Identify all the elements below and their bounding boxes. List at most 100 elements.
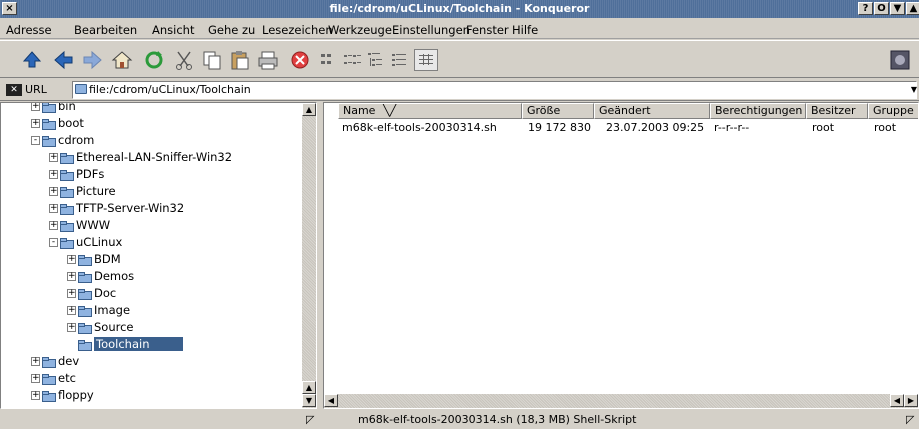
expand-icon[interactable]: + [31,103,40,111]
detailed-list-view-icon[interactable] [414,49,438,71]
tree-item-label: bin [58,102,76,113]
column-header-size[interactable]: Größe [522,103,594,119]
copy-icon[interactable] [200,49,224,71]
menu-werkzeuge[interactable]: Werkzeuge [328,23,392,37]
tree-item[interactable]: + BDM [67,251,121,268]
tree-item[interactable]: + bin [31,102,76,115]
menu-bearbeiten[interactable]: Bearbeiten [74,23,137,37]
tree-item[interactable]: + Picture [49,183,116,200]
filelist-horizontal-scrollbar[interactable]: ◀ ◀ ▶ [324,394,918,408]
cdrom-folder-icon [42,118,56,130]
stop-icon[interactable] [288,49,312,71]
url-input[interactable]: file:/cdrom/uCLinux/Toolchain [72,81,917,99]
menu-gehe-zu[interactable]: Gehe zu [208,23,255,37]
tree-item-label: dev [58,354,80,368]
tree-item[interactable]: - uCLinux [49,234,122,251]
expand-icon[interactable]: + [49,153,58,162]
resize-grip-icon[interactable]: ◸ [306,413,314,426]
tree-item-label: boot [58,116,84,130]
icon-view-icon[interactable] [316,49,340,71]
column-header-name[interactable]: Name ╲╱ [338,103,522,119]
url-dropdown-arrow-icon[interactable]: ▼ [911,85,917,94]
forward-arrow-icon[interactable] [80,49,104,71]
menu-adresse[interactable]: Adresse [6,23,52,37]
expand-icon[interactable]: + [31,119,40,128]
home-icon[interactable] [110,49,134,71]
expand-icon[interactable]: + [31,391,40,400]
scroll-up-icon[interactable]: ▲ [302,381,316,394]
collapse-icon[interactable]: - [31,136,40,145]
tree-item[interactable]: + boot [31,115,84,132]
column-header-permissions[interactable]: Berechtigungen [710,103,806,119]
file-name[interactable]: m68k-elf-tools-20030314.sh [342,120,497,135]
menu-einstellungen[interactable]: Einstellungen [392,23,470,37]
url-label: URL [25,83,47,96]
menu-hilfe[interactable]: Hilfe [512,23,538,37]
expand-icon[interactable]: + [67,306,76,315]
reload-icon[interactable] [142,49,166,71]
tree-item[interactable]: + Image [67,302,130,319]
status-text: m68k-elf-tools-20030314.sh (18,3 MB) She… [358,413,637,426]
expand-icon[interactable]: + [49,221,58,230]
tree-item[interactable]: - cdrom [31,132,94,149]
expand-icon[interactable]: + [67,255,76,264]
tree-item[interactable]: + Demos [67,268,134,285]
cdrom-folder-icon [60,237,74,249]
scroll-left-icon[interactable]: ◀ [890,394,904,407]
tree-item[interactable]: + PDFs [49,166,104,183]
url-label-button[interactable]: ✕ URL [6,81,70,99]
tree-item-label: TFTP-Server-Win32 [76,201,185,215]
tree-item[interactable]: + Doc [67,285,116,302]
sticky-button[interactable]: O [874,2,889,15]
tree-item[interactable]: + etc [31,370,76,387]
cdrom-folder-icon [60,169,74,181]
scroll-up-icon[interactable]: ▲ [302,103,316,116]
scroll-right-icon[interactable]: ▶ [904,394,918,407]
expand-icon[interactable]: + [31,374,40,383]
folder-tree[interactable]: + bin + boot - cdrom + Ethereal-LAN-Sniffer-Win… [0,102,317,409]
file-modified: 23.07.2003 09:25 [606,121,705,134]
up-arrow-icon[interactable] [20,49,44,71]
resize-grip-icon[interactable]: ◸ [906,413,914,426]
tree-item[interactable]: + WWW [49,217,110,234]
title-bar[interactable]: × file:/cdrom/uCLinux/Toolchain - Konque… [0,0,919,18]
menu-lesezeichen[interactable]: Lesezeichen [262,23,333,37]
info-list-view-icon[interactable] [388,49,412,71]
column-header-group[interactable]: Gruppe [868,103,918,119]
help-button[interactable]: ? [858,2,873,15]
column-header-modified[interactable]: Geändert [594,103,710,119]
location-bar: ✕ URL file:/cdrom/uCLinux/Toolchain ▼ [0,79,919,101]
tree-item[interactable]: + dev [31,353,79,370]
scroll-down-icon[interactable]: ▼ [302,394,316,407]
tree-item[interactable]: + Source [67,319,134,336]
tree-item-label: Picture [76,184,116,198]
tree-item[interactable]: + floppy [31,387,94,404]
expand-icon[interactable]: + [31,357,40,366]
tree-view-icon[interactable] [364,49,388,71]
minimize-button[interactable]: ▼ [890,2,905,15]
paste-icon[interactable] [228,49,252,71]
menu-fenster[interactable]: Fenster [466,23,509,37]
expand-icon[interactable]: + [67,323,76,332]
cdrom-folder-icon [78,339,92,351]
expand-icon[interactable]: + [67,272,76,281]
maximize-button[interactable]: ▲ [906,2,919,15]
column-header-owner[interactable]: Besitzer [806,103,868,119]
menu-ansicht[interactable]: Ansicht [152,23,194,37]
multicolumn-view-icon[interactable] [340,49,364,71]
konqueror-throbber-icon [888,49,912,71]
print-icon[interactable] [256,49,280,71]
tree-item[interactable]: + Ethereal-LAN-Sniffer-Win32 [49,149,232,166]
tree-scrollbar[interactable]: ▲ ▲ ▼ [302,103,316,408]
back-arrow-icon[interactable] [52,49,76,71]
scroll-left-icon[interactable]: ◀ [324,394,338,407]
expand-icon[interactable]: + [67,289,76,298]
cut-icon[interactable] [172,49,196,71]
expand-icon[interactable]: + [49,170,58,179]
expand-icon[interactable]: + [49,204,58,213]
tree-item[interactable]: + TFTP-Server-Win32 [49,200,184,217]
expand-icon[interactable]: + [49,187,58,196]
tree-item[interactable]: Toolchain [67,336,184,353]
file-list[interactable]: Name ╲╱ Größe Geändert Berechtigungen Be… [323,102,919,409]
collapse-icon[interactable]: - [49,238,58,247]
